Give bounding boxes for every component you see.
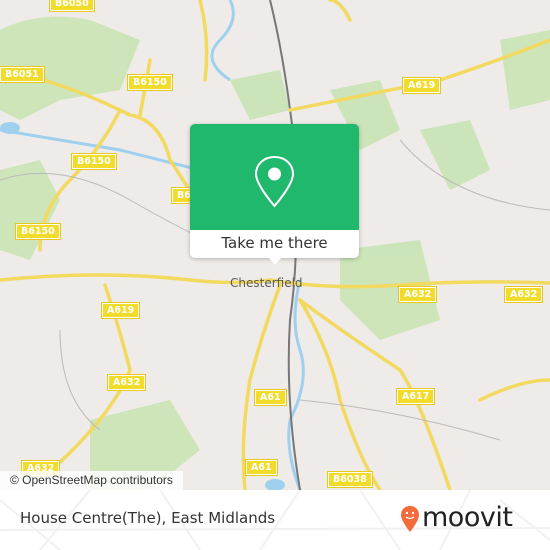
road-shield-b6038: B6038 (327, 471, 373, 488)
place-name: House Centre(The), East Midlands (20, 509, 276, 527)
moovit-wordmark: moovit (422, 502, 513, 533)
moovit-pin-icon (401, 506, 419, 532)
road-shield-b6150: B6150 (127, 74, 173, 91)
popup-header (190, 124, 359, 230)
town-label-chesterfield: Chesterfield (230, 276, 303, 290)
footer: House Centre(The), East Midlands moovit (0, 490, 550, 550)
road-shield-a632: A632 (397, 286, 438, 303)
road-shield-b6150: B6150 (15, 223, 61, 240)
popup-pointer (267, 256, 283, 265)
road-shield-b6150: B6150 (71, 153, 117, 170)
map[interactable]: B6050 B6051 B6150 B6150 B6150 B6 A619 A6… (0, 0, 550, 490)
road-shield-a61: A61 (245, 459, 278, 476)
road-shield-a61: A61 (254, 389, 287, 406)
road-shield-a632: A632 (503, 286, 544, 303)
road-shield-b6051: B6051 (0, 66, 45, 83)
map-attribution[interactable]: © OpenStreetMap contributors (0, 471, 183, 490)
road-shield-a619: A619 (401, 77, 442, 94)
road-shield-a617: A617 (395, 388, 436, 405)
map-pin-icon (254, 155, 295, 208)
take-me-there-button[interactable]: Take me there (190, 230, 359, 258)
road-shield-a619: A619 (100, 302, 141, 319)
road-shield-a632: A632 (106, 374, 147, 391)
road-shield-b6050: B6050 (49, 0, 95, 12)
location-popup: Take me there (190, 124, 359, 265)
